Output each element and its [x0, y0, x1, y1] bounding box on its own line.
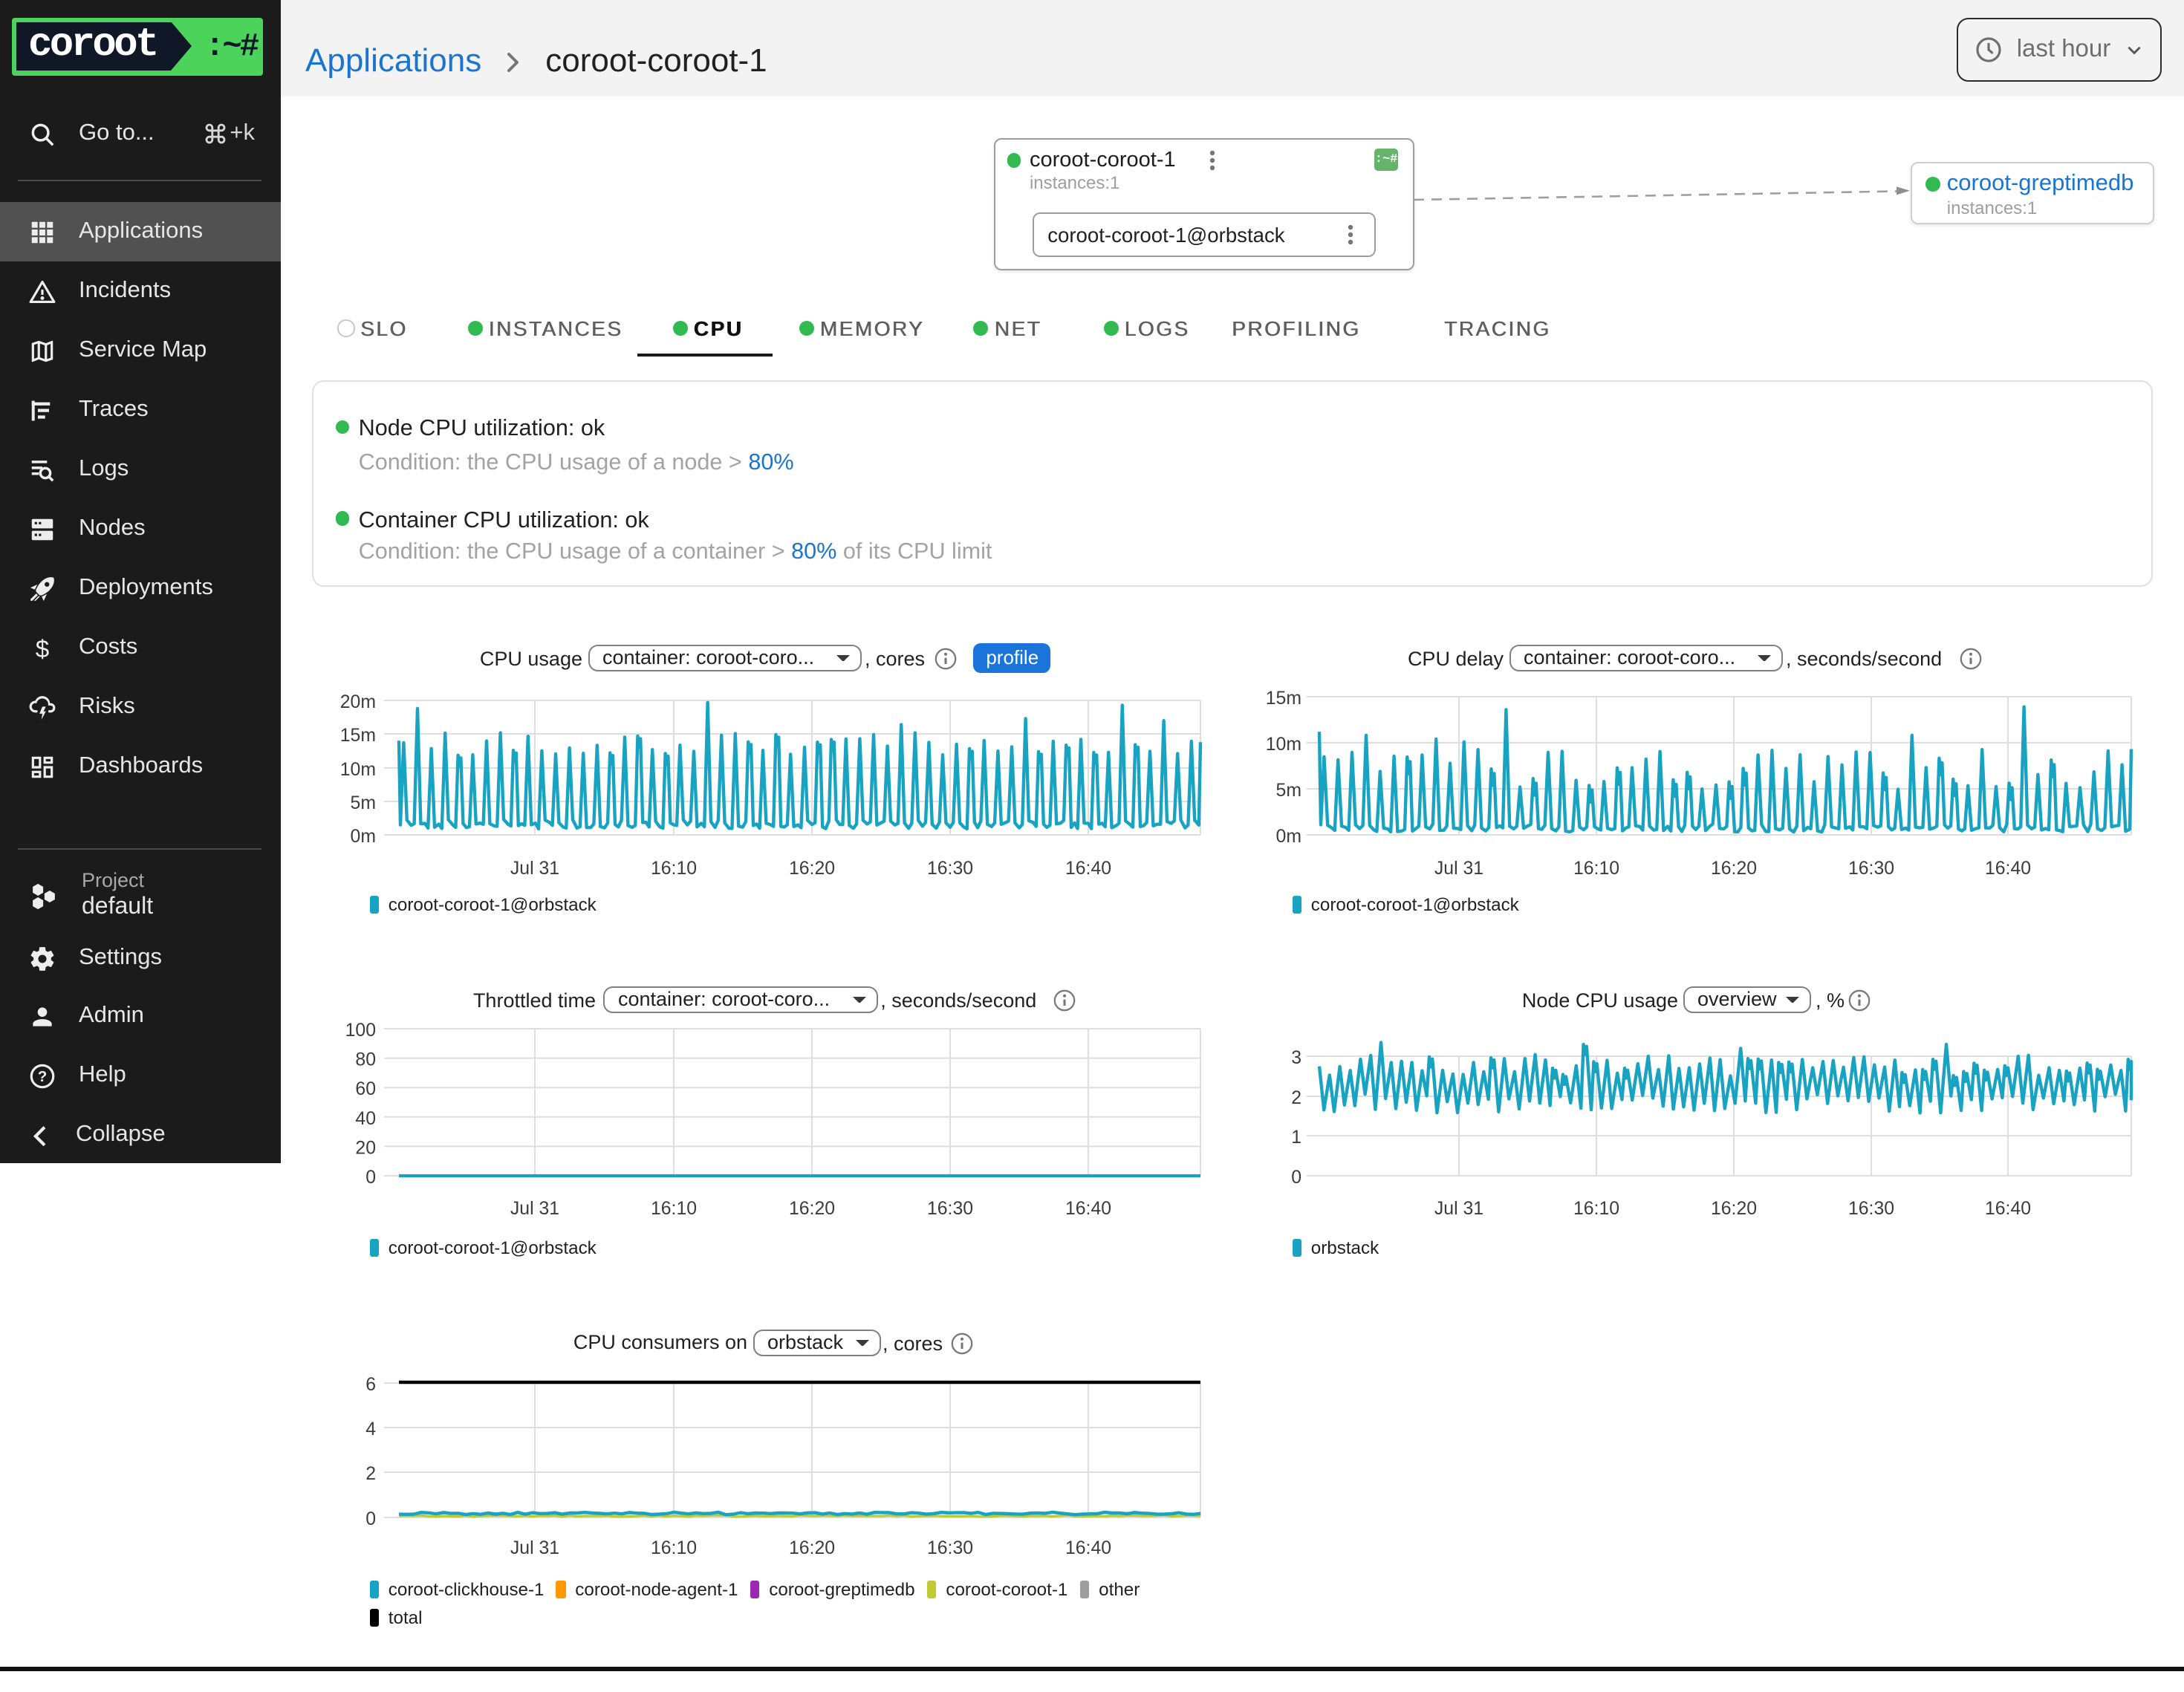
svg-text:10m: 10m — [340, 760, 376, 780]
svg-text:20: 20 — [355, 1138, 376, 1158]
svg-text:16:20: 16:20 — [1711, 1199, 1757, 1219]
svg-text:16:20: 16:20 — [789, 1538, 835, 1558]
svg-text:20m: 20m — [340, 692, 376, 712]
svg-text:80: 80 — [355, 1050, 376, 1070]
svg-text:Jul 31: Jul 31 — [510, 1538, 559, 1558]
svg-text:3: 3 — [1291, 1048, 1301, 1068]
svg-text:16:20: 16:20 — [789, 1199, 835, 1219]
svg-text:16:40: 16:40 — [1065, 1538, 1111, 1558]
svg-text:16:10: 16:10 — [651, 1199, 697, 1219]
svg-text:16:10: 16:10 — [651, 859, 697, 879]
svg-text:60: 60 — [355, 1079, 376, 1099]
svg-text:Jul 31: Jul 31 — [1434, 1199, 1483, 1219]
svg-text:16:30: 16:30 — [927, 1538, 973, 1558]
svg-text:16:20: 16:20 — [1711, 859, 1757, 879]
svg-text:100: 100 — [345, 1021, 376, 1041]
svg-text:16:10: 16:10 — [1573, 1199, 1619, 1219]
svg-text:0m: 0m — [351, 827, 376, 847]
svg-text:?: ? — [38, 1067, 48, 1084]
svg-text:Jul 31: Jul 31 — [1434, 859, 1483, 879]
svg-text:16:30: 16:30 — [927, 1199, 973, 1219]
svg-text:Jul 31: Jul 31 — [510, 1199, 559, 1219]
svg-text:16:40: 16:40 — [1065, 859, 1111, 879]
svg-text:16:40: 16:40 — [1985, 859, 2031, 879]
svg-text:4: 4 — [365, 1419, 376, 1439]
svg-text:10m: 10m — [1266, 735, 1301, 755]
svg-text:2: 2 — [365, 1464, 376, 1484]
svg-text:0: 0 — [1291, 1168, 1301, 1188]
svg-text:16:30: 16:30 — [1848, 859, 1894, 879]
svg-text:0m: 0m — [1276, 827, 1301, 847]
svg-text:15m: 15m — [1266, 689, 1301, 709]
svg-text:$: $ — [36, 635, 50, 662]
svg-text:16:40: 16:40 — [1065, 1199, 1111, 1219]
svg-text:16:30: 16:30 — [927, 859, 973, 879]
svg-text:6: 6 — [365, 1375, 376, 1395]
svg-text:0: 0 — [365, 1509, 376, 1529]
svg-text:16:10: 16:10 — [1573, 859, 1619, 879]
svg-text:16:10: 16:10 — [651, 1538, 697, 1558]
svg-text:40: 40 — [355, 1109, 376, 1129]
svg-text:15m: 15m — [340, 726, 376, 746]
svg-text:5m: 5m — [351, 793, 376, 813]
svg-text:1: 1 — [1291, 1128, 1301, 1148]
svg-text:5m: 5m — [1276, 781, 1301, 801]
svg-text:16:40: 16:40 — [1985, 1199, 2031, 1219]
svg-text:0: 0 — [365, 1168, 376, 1188]
svg-text:2: 2 — [1291, 1088, 1301, 1108]
svg-text:16:20: 16:20 — [789, 859, 835, 879]
svg-text:16:30: 16:30 — [1848, 1199, 1894, 1219]
svg-text:Jul 31: Jul 31 — [510, 859, 559, 879]
